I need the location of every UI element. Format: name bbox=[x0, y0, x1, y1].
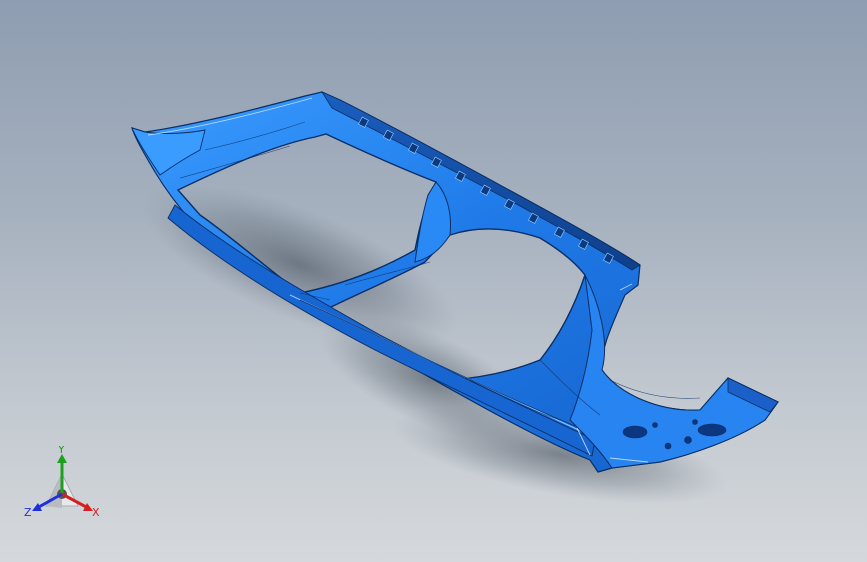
graphics-viewport[interactable]: Y X Z bbox=[0, 0, 867, 562]
3d-model-view[interactable] bbox=[0, 0, 867, 562]
y-axis-label: Y bbox=[57, 446, 65, 456]
axis-triad: Y X Z bbox=[24, 446, 100, 519]
x-axis-label: X bbox=[92, 506, 100, 519]
z-axis-label: Z bbox=[24, 506, 32, 519]
